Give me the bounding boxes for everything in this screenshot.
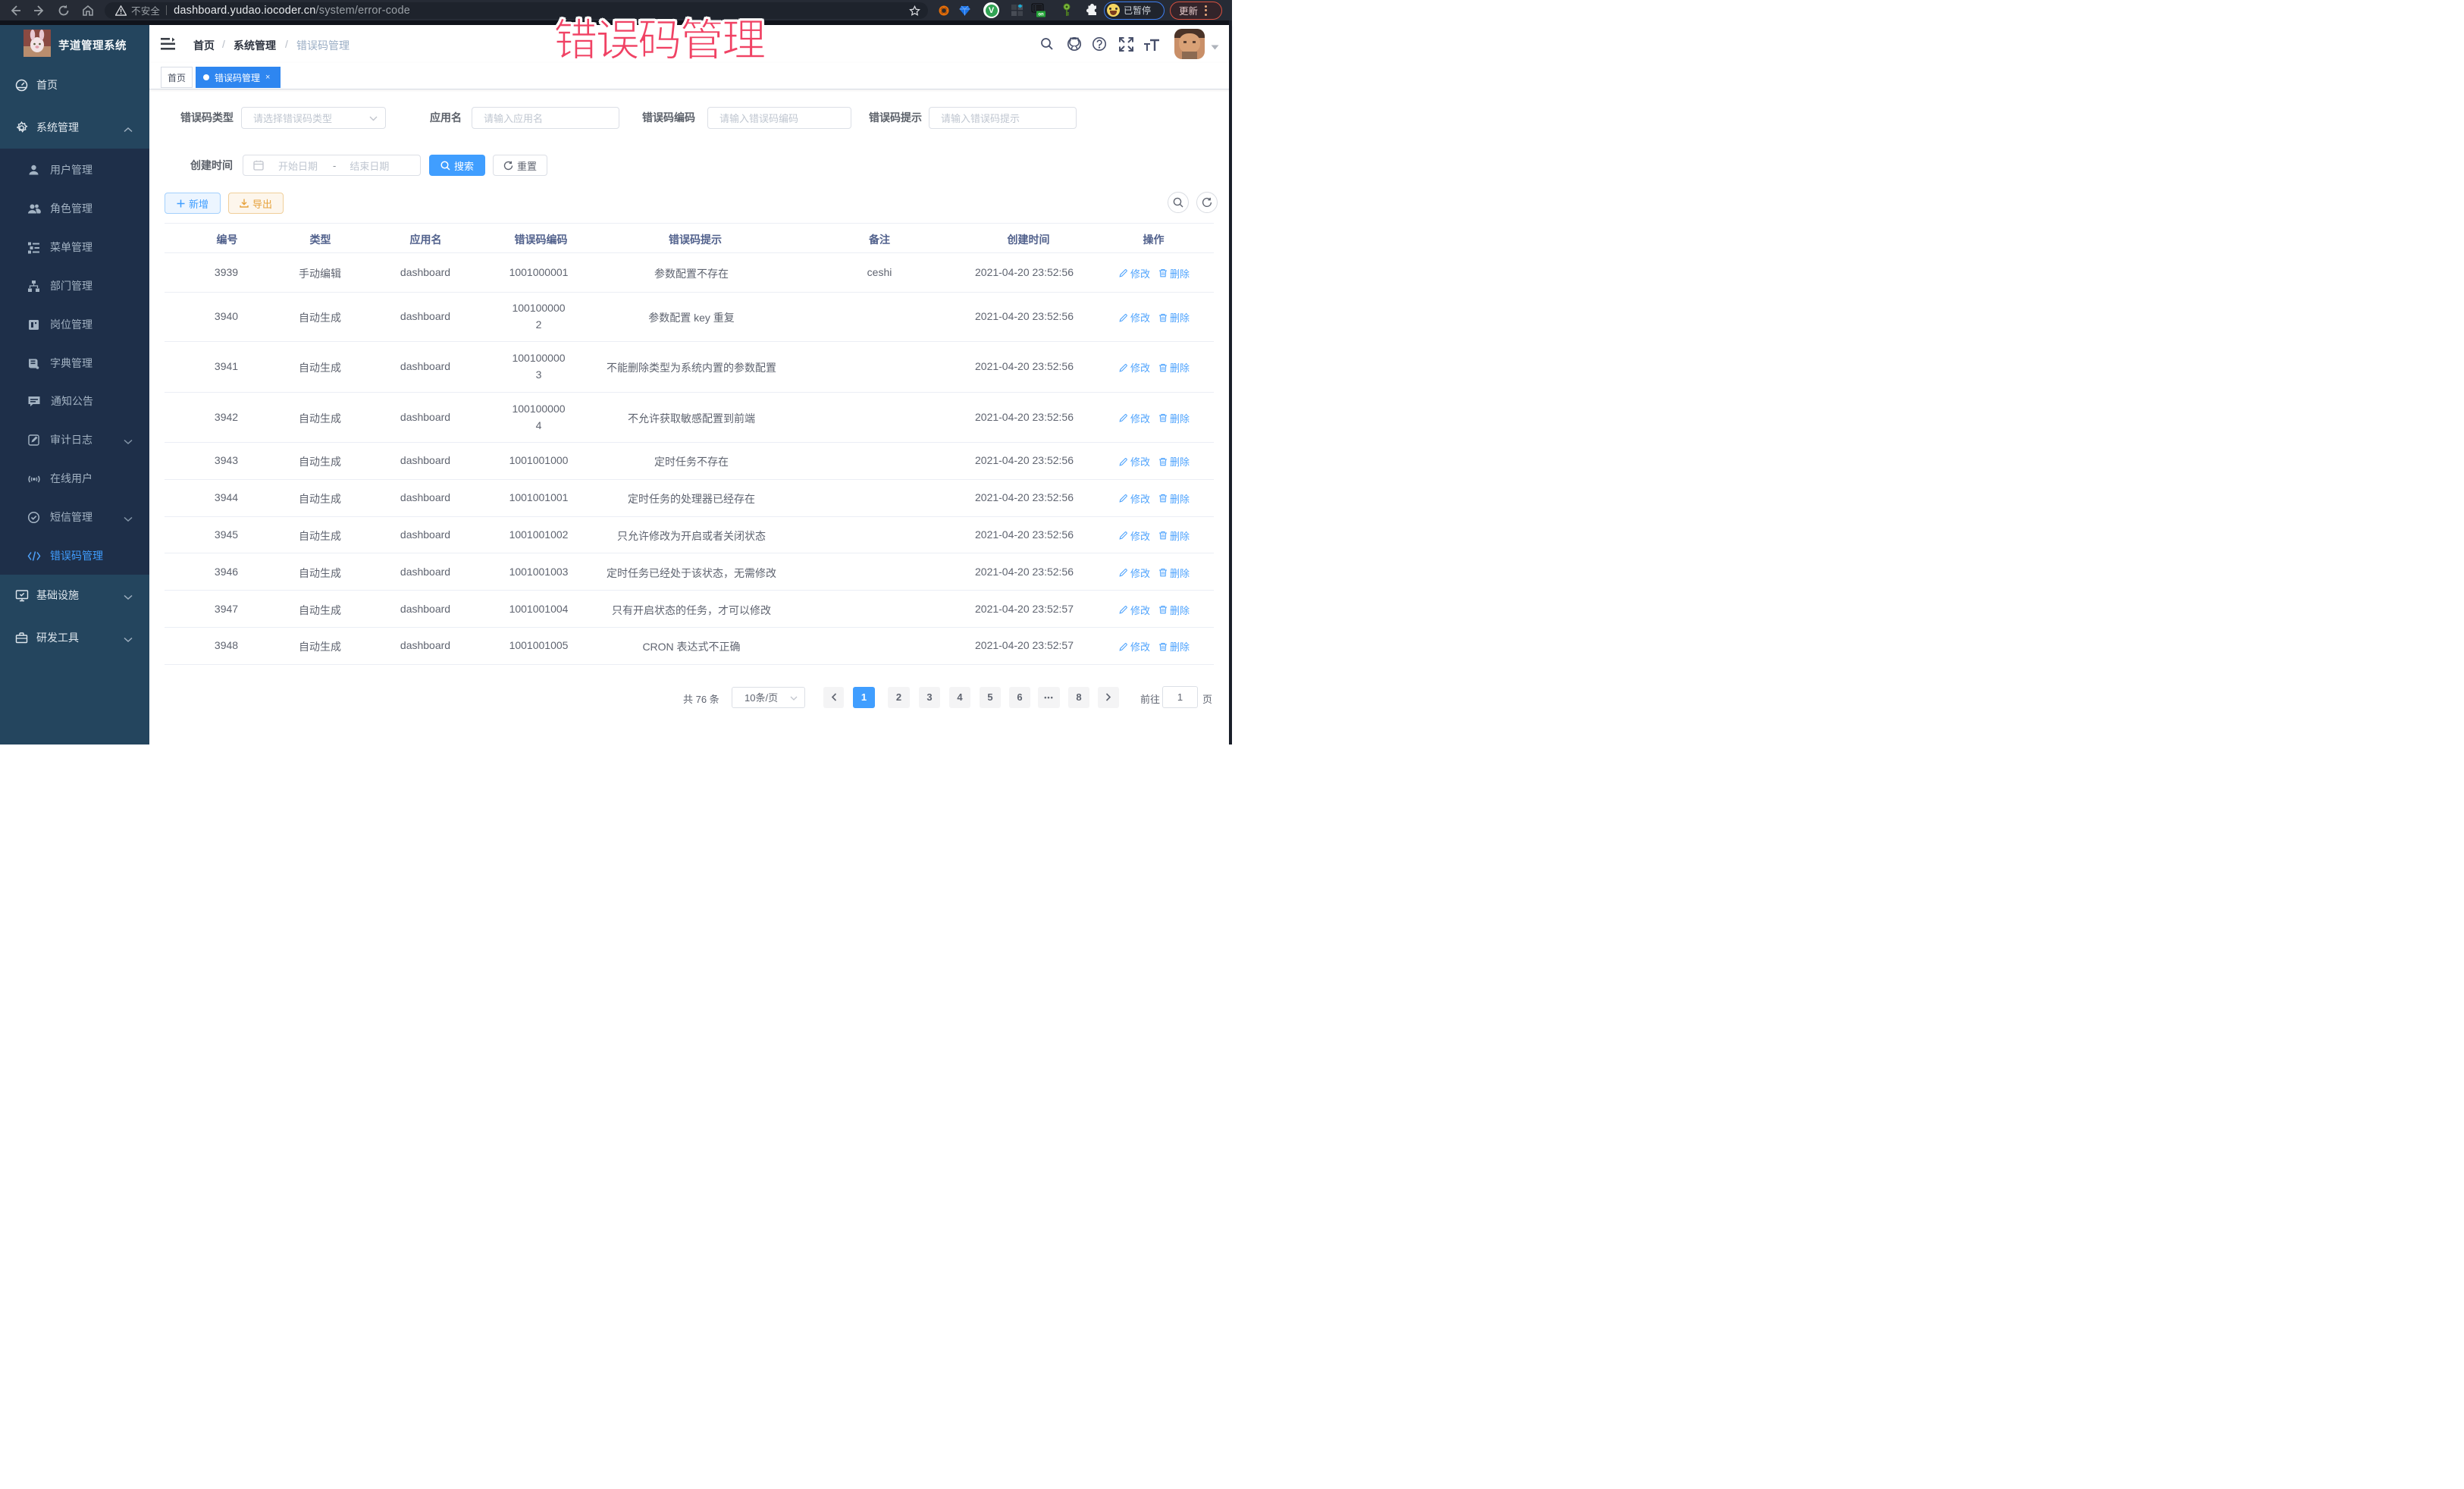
svg-text:on: on <box>1038 13 1044 17</box>
